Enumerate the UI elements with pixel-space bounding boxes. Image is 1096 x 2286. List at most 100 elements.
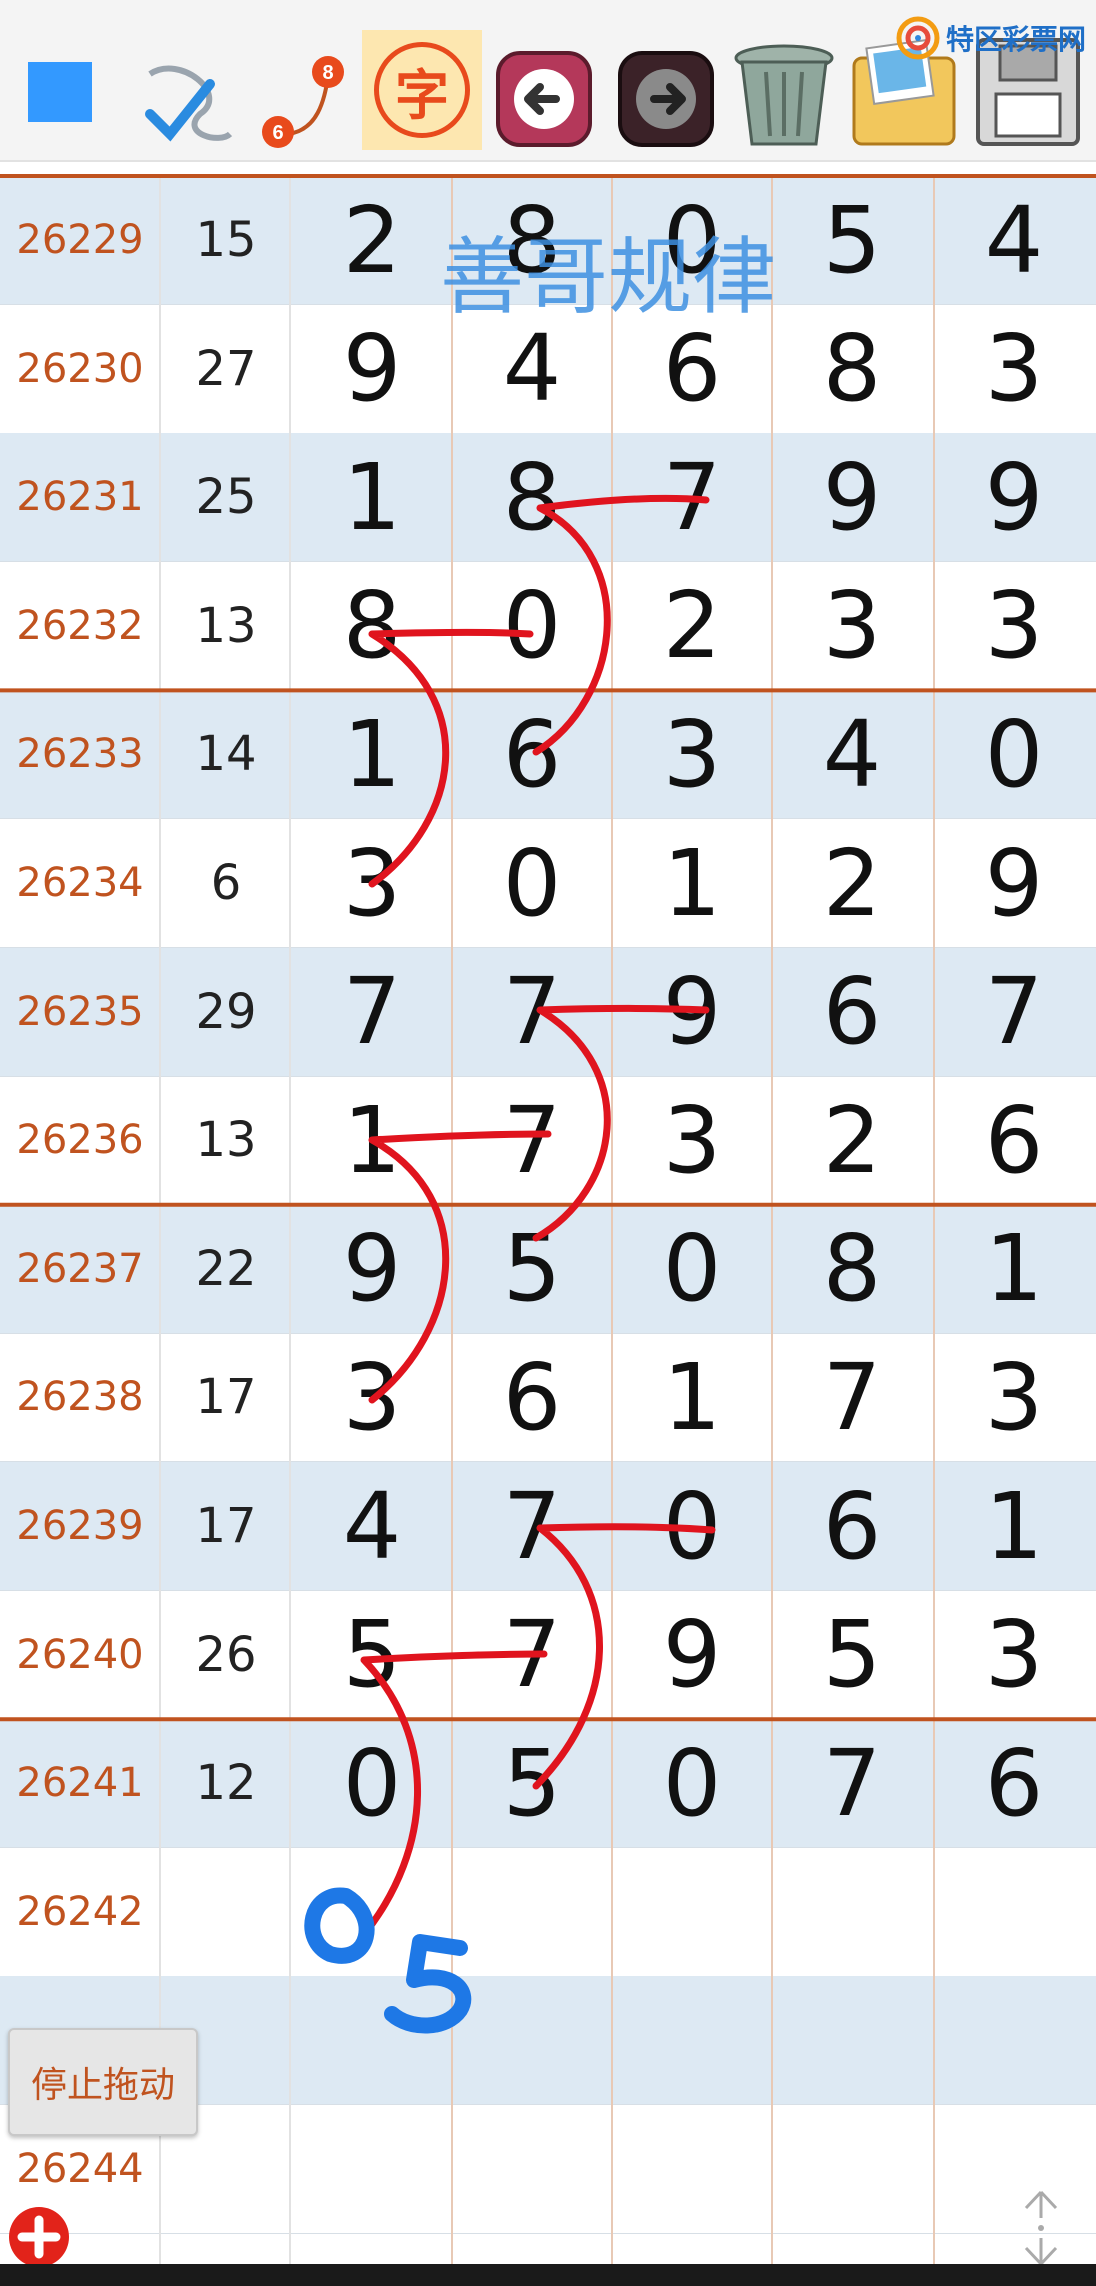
digit-cell: 1 (342, 443, 402, 551)
digit-cell: 7 (502, 1472, 562, 1580)
digit-cell (612, 1848, 772, 1976)
plus-circle-icon[interactable] (6, 2204, 72, 2270)
digit-cell: 5 (342, 1601, 402, 1709)
digit-cell: 5 (502, 1215, 562, 1323)
digit-cell: 7 (502, 1086, 562, 1194)
sum-value: 12 (195, 1755, 257, 1812)
digit-cell: 4 (502, 315, 562, 423)
issue-number: 26232 (16, 602, 144, 649)
digit-cell: 2 (662, 572, 722, 680)
square-select-icon[interactable] (28, 62, 92, 122)
table-row: 26234 6 3 0 1 2 9 (0, 819, 1096, 948)
issue-number: 26240 (16, 1631, 144, 1678)
digit-cell: 9 (662, 958, 722, 1066)
issue-number: 26241 (16, 1760, 144, 1807)
digit-cell (292, 1848, 452, 1976)
digit-cell: 8 (822, 1215, 882, 1323)
undo-arrow-icon[interactable] (492, 36, 596, 160)
digit-cell (452, 1976, 612, 2104)
digit-cell: 7 (662, 443, 722, 551)
digit-cell: 3 (822, 572, 882, 680)
table-row: 26240 26 5 7 9 5 3 (0, 1591, 1096, 1720)
table-row: 26230 27 9 4 6 8 3 (0, 305, 1096, 434)
table-row: 26238 17 3 6 1 7 3 (0, 1333, 1096, 1463)
digit-cell (452, 2105, 612, 2233)
digit-cell: 9 (822, 443, 882, 551)
sum-value: 27 (195, 340, 257, 397)
digit-cell: 0 (662, 1215, 722, 1323)
digit-cell: 9 (342, 315, 402, 423)
trash-can-icon[interactable] (726, 30, 842, 154)
drawing-toolbar: 8 6 字 特区彩票网 (0, 0, 1096, 162)
digit-cell (292, 2105, 452, 2233)
issue-number: 26233 (16, 731, 144, 778)
digit-cell: 3 (984, 1601, 1044, 1709)
stop-drag-button[interactable]: 停止拖动 (8, 2028, 198, 2136)
digit-cell (934, 2105, 1094, 2233)
issue-number: 26236 (16, 1117, 144, 1164)
digit-cell (934, 1976, 1094, 2104)
digit-cell: 4 (984, 186, 1044, 294)
table-row: 26241 12 0 5 0 7 6 (0, 1719, 1096, 1849)
digit-cell (612, 1976, 772, 2104)
digit-cell: 8 (502, 443, 562, 551)
digit-cell: 8 (342, 572, 402, 680)
sum-value: 29 (195, 983, 257, 1040)
digit-cell: 7 (984, 958, 1044, 1066)
sum-value: 17 (195, 1498, 257, 1554)
issue-number: 26234 (16, 860, 144, 906)
sum-value: 22 (195, 1240, 257, 1297)
table-row: 26235 29 7 7 9 6 7 (0, 947, 1096, 1077)
table-row: 26237 22 9 5 0 8 1 (0, 1204, 1096, 1334)
digit-cell (934, 1848, 1094, 1976)
sum-value: 17 (195, 1369, 257, 1426)
digit-cell: 3 (662, 1086, 722, 1194)
redo-arrow-icon[interactable] (614, 36, 718, 160)
sum-value: 25 (195, 469, 257, 526)
digit-cell: 7 (342, 958, 402, 1066)
connect-label-bottom: 6 (272, 122, 283, 144)
digit-cell: 1 (662, 829, 722, 937)
digit-cell: 3 (984, 315, 1044, 423)
lottery-history-table: 26229 15 2 8 0 5 4 26230 27 9 4 6 8 3 26231 25 1 8 7 9 9 2623… (0, 176, 1096, 2244)
digit-cell: 3 (342, 1343, 402, 1451)
digit-cell: 9 (984, 443, 1044, 551)
vertical-resize-icon[interactable] (1016, 2188, 1066, 2268)
text-tool-char: 字 (374, 42, 470, 138)
digit-cell: 8 (502, 186, 562, 294)
issue-number: 26238 (16, 1374, 144, 1421)
digit-cell (612, 2105, 772, 2233)
digit-cell: 6 (662, 315, 722, 423)
digit-cell: 0 (662, 186, 722, 294)
table-row: 26232 13 8 0 2 3 3 (0, 562, 1096, 691)
issue-number: 26229 (16, 217, 144, 263)
digit-cell: 4 (342, 1472, 402, 1580)
table-row: 26236 13 1 7 3 2 6 (0, 1076, 1096, 1206)
text-tool-icon[interactable]: 字 (362, 30, 482, 150)
digit-cell: 6 (502, 700, 562, 808)
table-row: 26242 (0, 1848, 1096, 1977)
digit-cell: 6 (502, 1343, 562, 1451)
digit-cell: 5 (822, 186, 882, 294)
sum-value: 13 (195, 1112, 257, 1169)
table-row: 26239 17 4 7 0 6 1 (0, 1462, 1096, 1591)
digit-cell (772, 1848, 932, 1976)
sum-value: 26 (195, 1626, 257, 1683)
digit-cell: 2 (822, 1086, 882, 1194)
sum-value: 13 (195, 597, 257, 654)
logo-swirl-icon (896, 16, 940, 60)
digit-cell: 7 (822, 1729, 882, 1837)
issue-number: 26242 (16, 1888, 144, 1935)
digit-cell: 3 (662, 700, 722, 808)
table-row: 26229 15 2 8 0 5 4 (0, 176, 1096, 305)
connect-points-icon[interactable]: 8 6 (258, 40, 348, 164)
digit-cell: 0 (662, 1472, 722, 1580)
issue-number: 26231 (16, 474, 144, 521)
table-row: 26231 25 1 8 7 9 9 (0, 433, 1096, 563)
digit-cell: 5 (822, 1601, 882, 1709)
pen-check-icon[interactable] (140, 42, 240, 166)
digit-cell (772, 2105, 932, 2233)
logo-text: 特区彩票网 (945, 23, 1086, 56)
digit-cell: 7 (502, 1601, 562, 1709)
digit-cell: 3 (984, 1343, 1044, 1451)
